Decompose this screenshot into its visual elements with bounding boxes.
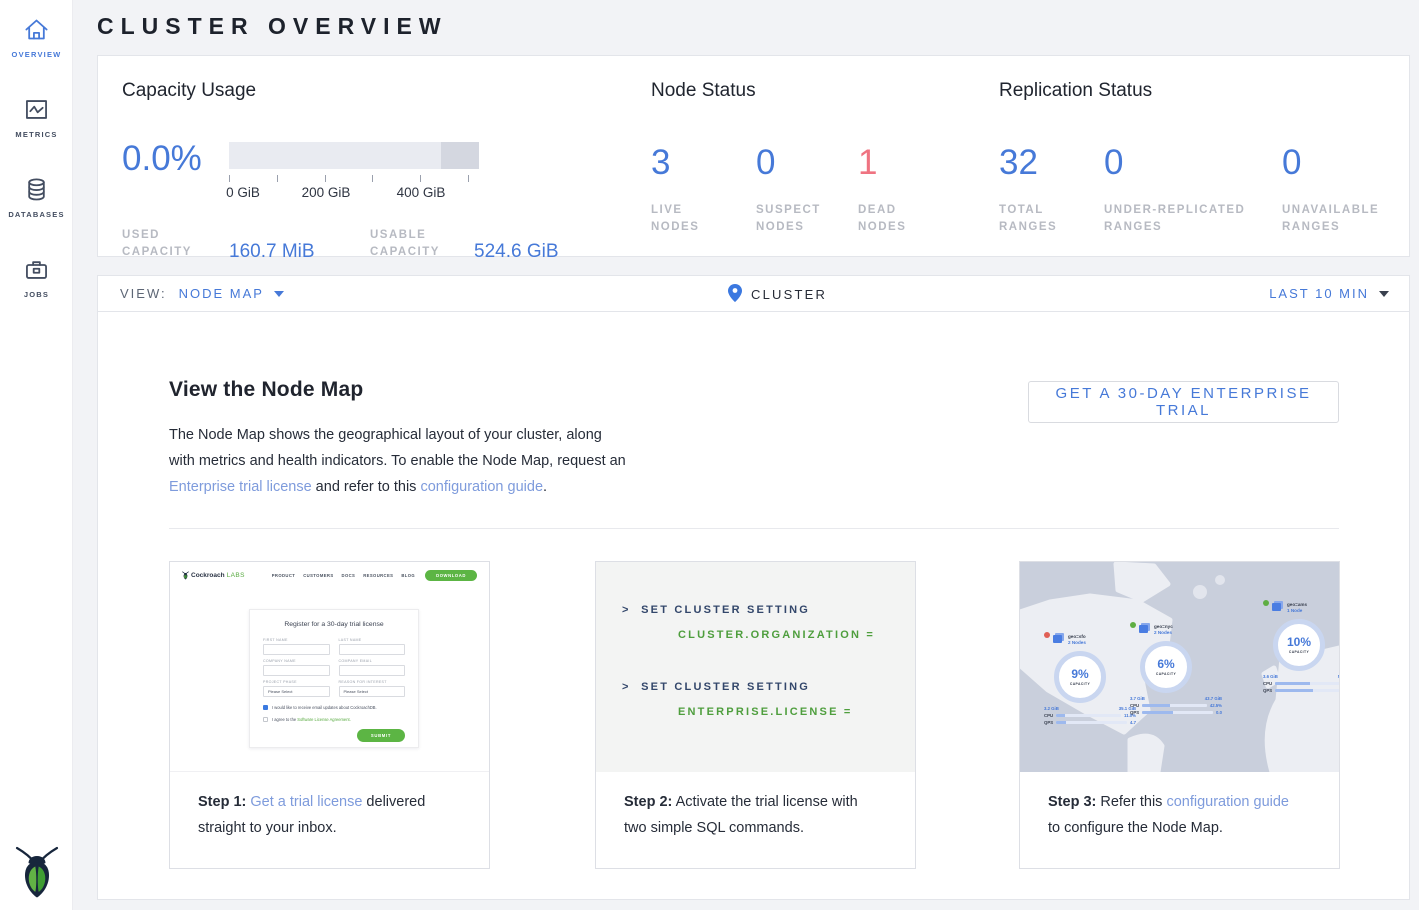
sidebar-item-label: DATABASES (0, 210, 73, 219)
suspect-nodes-stat: 0 SUSPECT NODES (756, 146, 858, 236)
enterprise-trial-button[interactable]: GET A 30-DAY ENTERPRISE TRIAL (1028, 381, 1339, 423)
metrics-icon (0, 96, 73, 123)
sidebar-item-metrics[interactable]: METRICS (0, 96, 73, 139)
under-replicated-ranges-stat: 0 UNDER-REPLICATED RANGES (1104, 146, 1282, 236)
capacity-gauge-bar (229, 142, 479, 169)
view-label: VIEW: (120, 286, 167, 301)
step-3-caption: Step 3: Refer this configuration guide t… (1020, 772, 1328, 841)
mini-submit-button: SUBMIT (357, 729, 405, 742)
trial-license-site-preview: CockroachLABS PRODUCTCUSTOMERSDOCSRESOUR… (170, 562, 489, 772)
time-range-dropdown[interactable]: LAST 10 MIN (1269, 286, 1389, 301)
capacity-ring: 10% CAPACITY (1273, 619, 1325, 671)
capacity-usage-section: Capacity Usage 0.0% 0 GiB 200 GiB 400 Gi… (122, 80, 647, 261)
sql-commands-preview: > SET CLUSTER SETTING CLUSTER.ORGANIZATI… (596, 562, 915, 772)
jobs-icon (0, 256, 73, 283)
cockroach-labs-mini-logo: CockroachLABS (182, 571, 245, 580)
node-status-title: Node Status (651, 80, 996, 102)
capacity-percent: 0.0% (122, 142, 229, 201)
cluster-summary-card: Capacity Usage 0.0% 0 GiB 200 GiB 400 Gi… (97, 55, 1410, 257)
mini-download-button: DOWNLOAD (425, 570, 477, 581)
databases-icon (0, 176, 73, 203)
gauge-tick-label: 200 GiB (302, 185, 351, 200)
live-nodes-stat: 3 LIVE NODES (651, 146, 756, 236)
step-3-card: geo=sfo2 Nodes 9% CAPACITY 3.2 GiB35.1 G… (1019, 561, 1340, 869)
panel-description: The Node Map shows the geographical layo… (169, 422, 631, 500)
get-trial-license-link[interactable]: Get a trial license (250, 794, 362, 810)
replication-status-section: Replication Status 32 TOTAL RANGES 0 UND… (999, 80, 1409, 236)
enterprise-trial-license-link[interactable]: Enterprise trial license (169, 479, 312, 495)
dead-status-icon (1044, 632, 1050, 638)
capacity-usage-title: Capacity Usage (122, 80, 647, 102)
usable-capacity-value: 524.6 GiB (474, 242, 559, 261)
unavailable-ranges-stat: 0 UNAVAILABLE RANGES (1282, 146, 1402, 236)
step-1-caption: Step 1: Get a trial license delivered st… (170, 772, 478, 841)
node-map-preview: geo=sfo2 Nodes 9% CAPACITY 3.2 GiB35.1 G… (1020, 562, 1339, 772)
sidebar-item-label: OVERVIEW (0, 50, 73, 59)
used-capacity-label: USED CAPACITY (122, 227, 229, 261)
sidebar-item-label: JOBS (0, 290, 73, 299)
map-node-ams: geo=ams1 Node 10% CAPACITY 3.6 GiB56.6 G… (1263, 602, 1339, 693)
capacity-ring: 9% CAPACITY (1054, 651, 1106, 703)
sidebar-item-overview[interactable]: OVERVIEW (0, 16, 73, 59)
configuration-guide-link[interactable]: configuration guide (420, 479, 543, 495)
panel-heading: View the Node Map (169, 378, 363, 402)
step-1-card: CockroachLABS PRODUCTCUSTOMERSDOCSRESOUR… (169, 561, 490, 869)
node-cube-icon (1272, 603, 1281, 611)
node-cube-icon (1139, 625, 1148, 633)
view-selector-dropdown[interactable]: NODE MAP (179, 286, 284, 301)
mini-checkbox-unchecked (263, 717, 268, 722)
map-node-nyc: geo=nyc2 Nodes 6% CAPACITY 3.7 GiB43.7 G… (1130, 624, 1222, 715)
sidebar-item-label: METRICS (0, 130, 73, 139)
mini-site-nav: PRODUCTCUSTOMERSDOCSRESOURCESBLOG (272, 573, 415, 578)
gauge-tick-label: 400 GiB (397, 185, 446, 200)
mini-checkbox-checked (263, 705, 268, 710)
capacity-gauge-ticks (229, 175, 469, 182)
capacity-ring: 6% CAPACITY (1140, 641, 1192, 693)
node-map-panel: View the Node Map GET A 30-DAY ENTERPRIS… (97, 312, 1410, 900)
page-title: CLUSTER OVERVIEW (97, 13, 448, 40)
node-status-section: Node Status 3 LIVE NODES 0 SUSPECT NODES… (651, 80, 996, 236)
cluster-overview-screen: OVERVIEW METRICS DATABASES (0, 0, 1419, 910)
replication-status-title: Replication Status (999, 80, 1409, 102)
chevron-down-icon (1379, 291, 1389, 297)
cluster-breadcrumb: CLUSTER (728, 284, 827, 305)
dead-nodes-stat: 1 DEAD NODES (858, 146, 938, 236)
cockroachdb-logo (15, 845, 59, 899)
mini-registration-form: Register for a 30-day trial license FIRS… (249, 609, 419, 748)
step-2-card: > SET CLUSTER SETTING CLUSTER.ORGANIZATI… (595, 561, 916, 869)
live-status-icon (1263, 600, 1269, 606)
configuration-guide-link[interactable]: configuration guide (1166, 794, 1289, 810)
gauge-tick-label: 0 GiB (226, 185, 260, 200)
location-pin-icon (728, 284, 751, 305)
view-bar: VIEW: NODE MAP CLUSTER LAST 10 MIN (97, 275, 1410, 312)
usable-capacity-label: USABLE CAPACITY (370, 227, 474, 261)
divider (169, 528, 1339, 529)
sidebar: OVERVIEW METRICS DATABASES (0, 0, 73, 910)
map-node-sfo: geo=sfo2 Nodes 9% CAPACITY 3.2 GiB35.1 G… (1044, 634, 1136, 725)
sidebar-item-databases[interactable]: DATABASES (0, 176, 73, 219)
capacity-gauge: 0 GiB 200 GiB 400 GiB (229, 142, 479, 201)
used-capacity-value: 160.7 MiB (229, 242, 370, 261)
home-icon (0, 16, 73, 43)
live-status-icon (1130, 622, 1136, 628)
sidebar-item-jobs[interactable]: JOBS (0, 256, 73, 299)
chevron-down-icon (274, 291, 284, 297)
step-2-caption: Step 2: Activate the trial license with … (596, 772, 904, 841)
total-ranges-stat: 32 TOTAL RANGES (999, 146, 1104, 236)
node-cube-icon (1053, 635, 1062, 643)
